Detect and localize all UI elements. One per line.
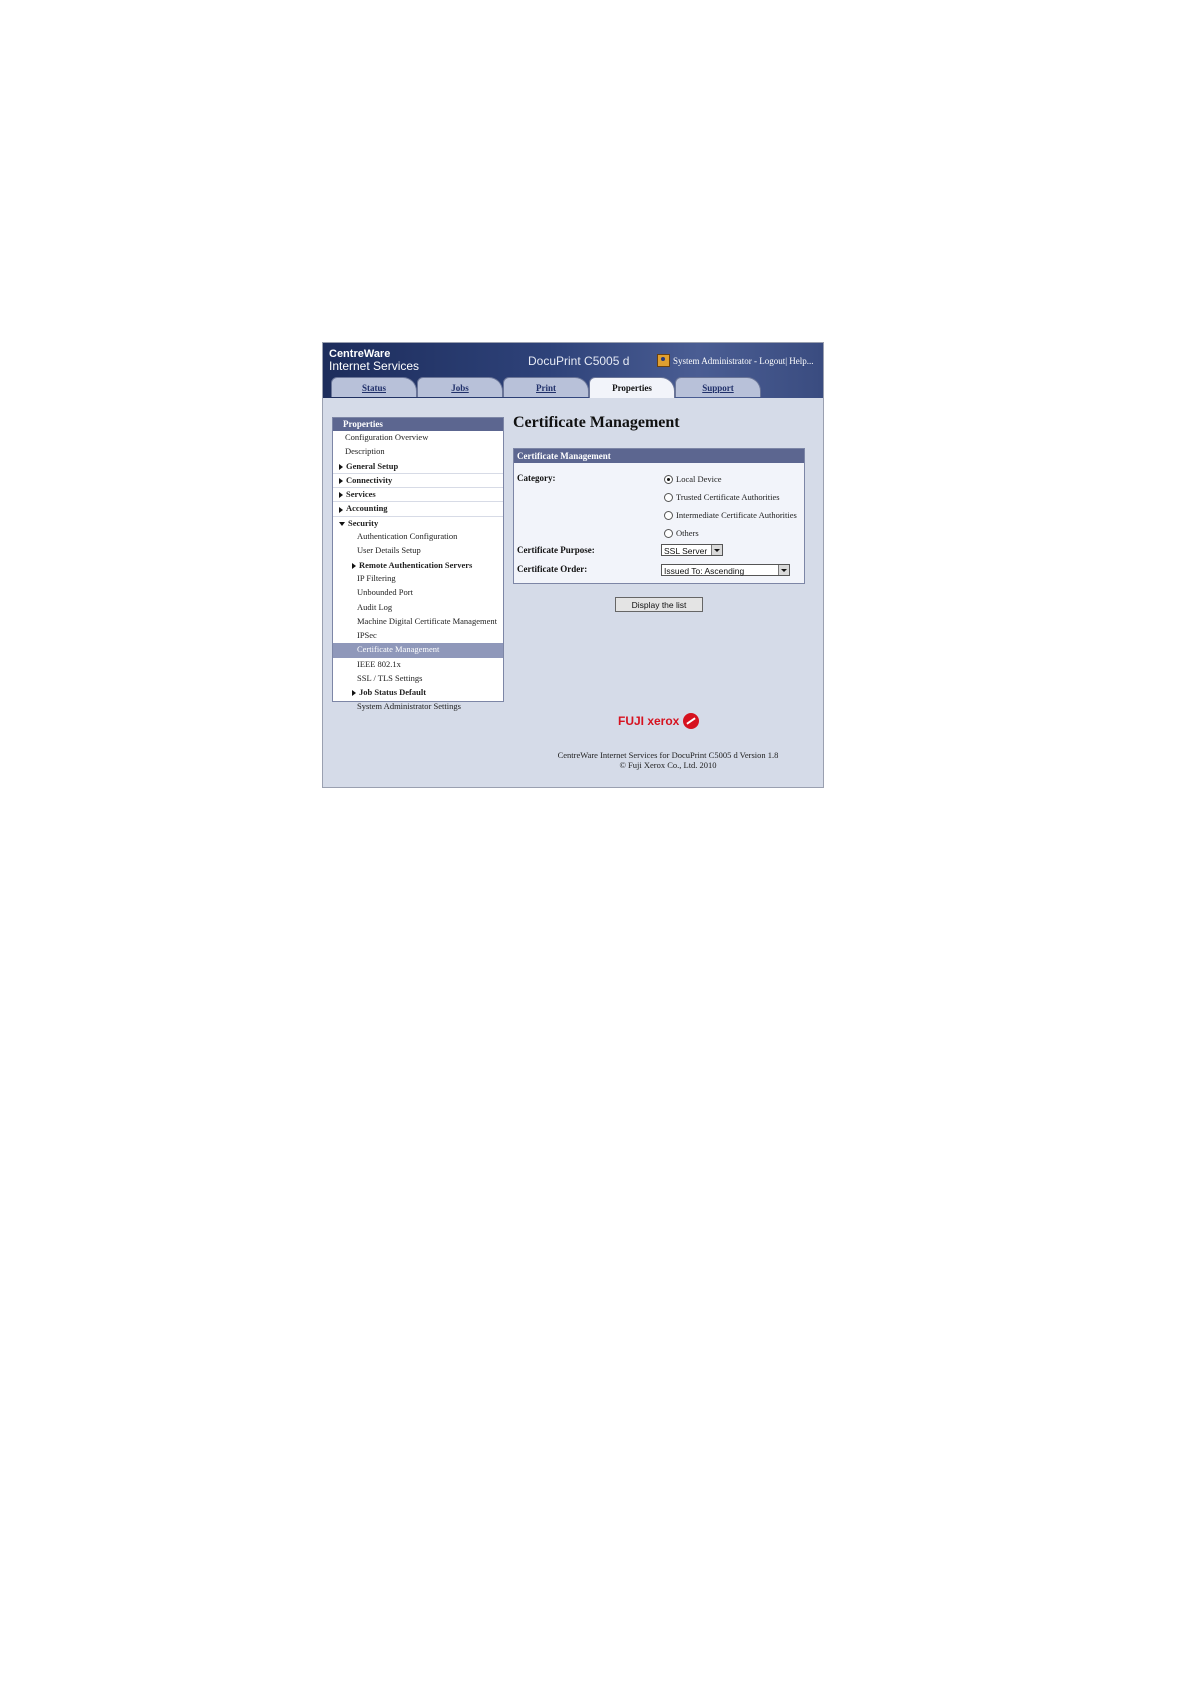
nav-group-services[interactable]: Services: [333, 488, 503, 503]
nav-group-job-status-default[interactable]: Job Status Default: [333, 686, 503, 699]
tab-support[interactable]: Support: [675, 377, 761, 397]
chevron-down-icon[interactable]: [778, 565, 789, 575]
nav-group-label: Connectivity: [346, 474, 393, 485]
certificate-purpose-label: Certificate Purpose:: [517, 545, 595, 555]
radio-label: Local Device: [676, 474, 722, 484]
certificate-order-select[interactable]: Issued To: Ascending: [661, 564, 790, 576]
nav-group-label: Accounting: [346, 503, 388, 514]
nav-item-ssl-tls-settings[interactable]: SSL / TLS Settings: [333, 672, 503, 686]
radio-others[interactable]: Others: [664, 528, 699, 538]
select-value: Issued To: Ascending: [664, 566, 745, 576]
expand-arrow-icon: [339, 463, 343, 470]
radio-label: Intermediate Certificate Authorities: [676, 510, 797, 520]
footer: CentreWare Internet Services for DocuPri…: [513, 750, 823, 770]
nav-heading: Properties: [333, 418, 503, 431]
tab-jobs[interactable]: Jobs: [417, 377, 503, 397]
nav-group-accounting[interactable]: Accounting: [333, 502, 503, 517]
properties-nav: Properties Configuration Overview Descri…: [332, 417, 504, 711]
nav-item-ip-filtering[interactable]: IP Filtering: [333, 572, 503, 586]
nav-item-machine-digital-certificate-management[interactable]: Machine Digital Certificate Management: [333, 615, 503, 629]
nav-group-label: Remote Authentication Servers: [359, 559, 473, 570]
admin-logout-help-link[interactable]: System Administrator - Logout| Help...: [673, 356, 814, 366]
nav-item-configuration-overview[interactable]: Configuration Overview: [333, 431, 503, 445]
nav-group-connectivity[interactable]: Connectivity: [333, 474, 503, 489]
category-label: Category:: [517, 473, 556, 483]
brand-line2: Internet Services: [329, 359, 420, 373]
certificate-order-label: Certificate Order:: [517, 564, 588, 574]
panel-heading: Certificate Management: [514, 449, 804, 463]
expand-arrow-icon: [352, 690, 356, 697]
device-model: DocuPrint C5005 d: [528, 354, 630, 368]
display-list-button[interactable]: Display the list: [615, 597, 703, 612]
radio-button[interactable]: [664, 492, 673, 502]
radio-button[interactable]: [664, 510, 673, 520]
footer-copyright: © Fuji Xerox Co., Ltd. 2010: [619, 760, 717, 770]
radio-intermediate-ca[interactable]: Intermediate Certificate Authorities: [664, 510, 797, 520]
nav-group-remote-authentication-servers[interactable]: Remote Authentication Servers: [333, 559, 503, 572]
radio-label: Trusted Certificate Authorities: [676, 492, 780, 502]
nav-group-label: Services: [346, 489, 376, 500]
expand-arrow-icon: [339, 506, 343, 513]
radio-local-device[interactable]: Local Device: [664, 474, 722, 484]
radio-button[interactable]: [664, 474, 673, 484]
radio-trusted-ca[interactable]: Trusted Certificate Authorities: [664, 492, 780, 502]
expand-arrow-icon: [352, 562, 356, 569]
logo-text: FUJI xerox: [618, 714, 680, 728]
nav-item-system-administrator-settings[interactable]: System Administrator Settings: [333, 700, 503, 714]
page-title: Certificate Management: [513, 414, 680, 431]
nav-item-certificate-management[interactable]: Certificate Management: [333, 643, 503, 658]
radio-label: Others: [676, 528, 699, 538]
certificate-management-panel: Certificate Management Category: Local D…: [513, 448, 805, 584]
main-tabs: Status Jobs Print Properties Support: [331, 377, 761, 398]
collapse-arrow-icon: [339, 521, 345, 526]
nav-item-unbounded-port[interactable]: Unbounded Port: [333, 586, 503, 600]
nav-item-authentication-configuration[interactable]: Authentication Configuration: [333, 530, 503, 544]
user-icon: [657, 354, 670, 367]
fuji-xerox-logo: FUJI xerox: [618, 713, 700, 729]
admin-area[interactable]: System Administrator - Logout| Help...: [657, 354, 814, 367]
chevron-down-icon[interactable]: [711, 545, 722, 555]
nav-group-general-setup[interactable]: General Setup: [333, 460, 503, 474]
nav-group-label: Security: [348, 517, 379, 528]
header-banner: CentreWare Internet Services DocuPrint C…: [323, 343, 823, 398]
nav-item-description[interactable]: Description: [333, 445, 503, 459]
nav-group-security[interactable]: Security: [333, 517, 503, 530]
xerox-ball-icon: [683, 713, 700, 729]
certificate-purpose-select[interactable]: SSL Server: [661, 544, 723, 556]
expand-arrow-icon: [339, 477, 343, 484]
nav-item-ieee-8021x[interactable]: IEEE 802.1x: [333, 658, 503, 672]
tab-status[interactable]: Status: [331, 377, 417, 397]
brand-logo: CentreWare Internet Services: [329, 348, 419, 372]
footer-version: CentreWare Internet Services for DocuPri…: [557, 750, 779, 760]
select-value: SSL Server: [664, 546, 708, 556]
tab-properties[interactable]: Properties: [589, 377, 675, 398]
radio-button[interactable]: [664, 528, 673, 538]
nav-item-ipsec[interactable]: IPSec: [333, 629, 503, 643]
nav-item-user-details-setup[interactable]: User Details Setup: [333, 544, 503, 558]
nav-item-audit-log[interactable]: Audit Log: [333, 601, 503, 615]
browser-content: CentreWare Internet Services DocuPrint C…: [322, 342, 824, 788]
nav-group-label: Job Status Default: [359, 687, 427, 698]
expand-arrow-icon: [339, 492, 343, 499]
nav-group-label: General Setup: [346, 460, 399, 471]
tab-print[interactable]: Print: [503, 377, 589, 397]
